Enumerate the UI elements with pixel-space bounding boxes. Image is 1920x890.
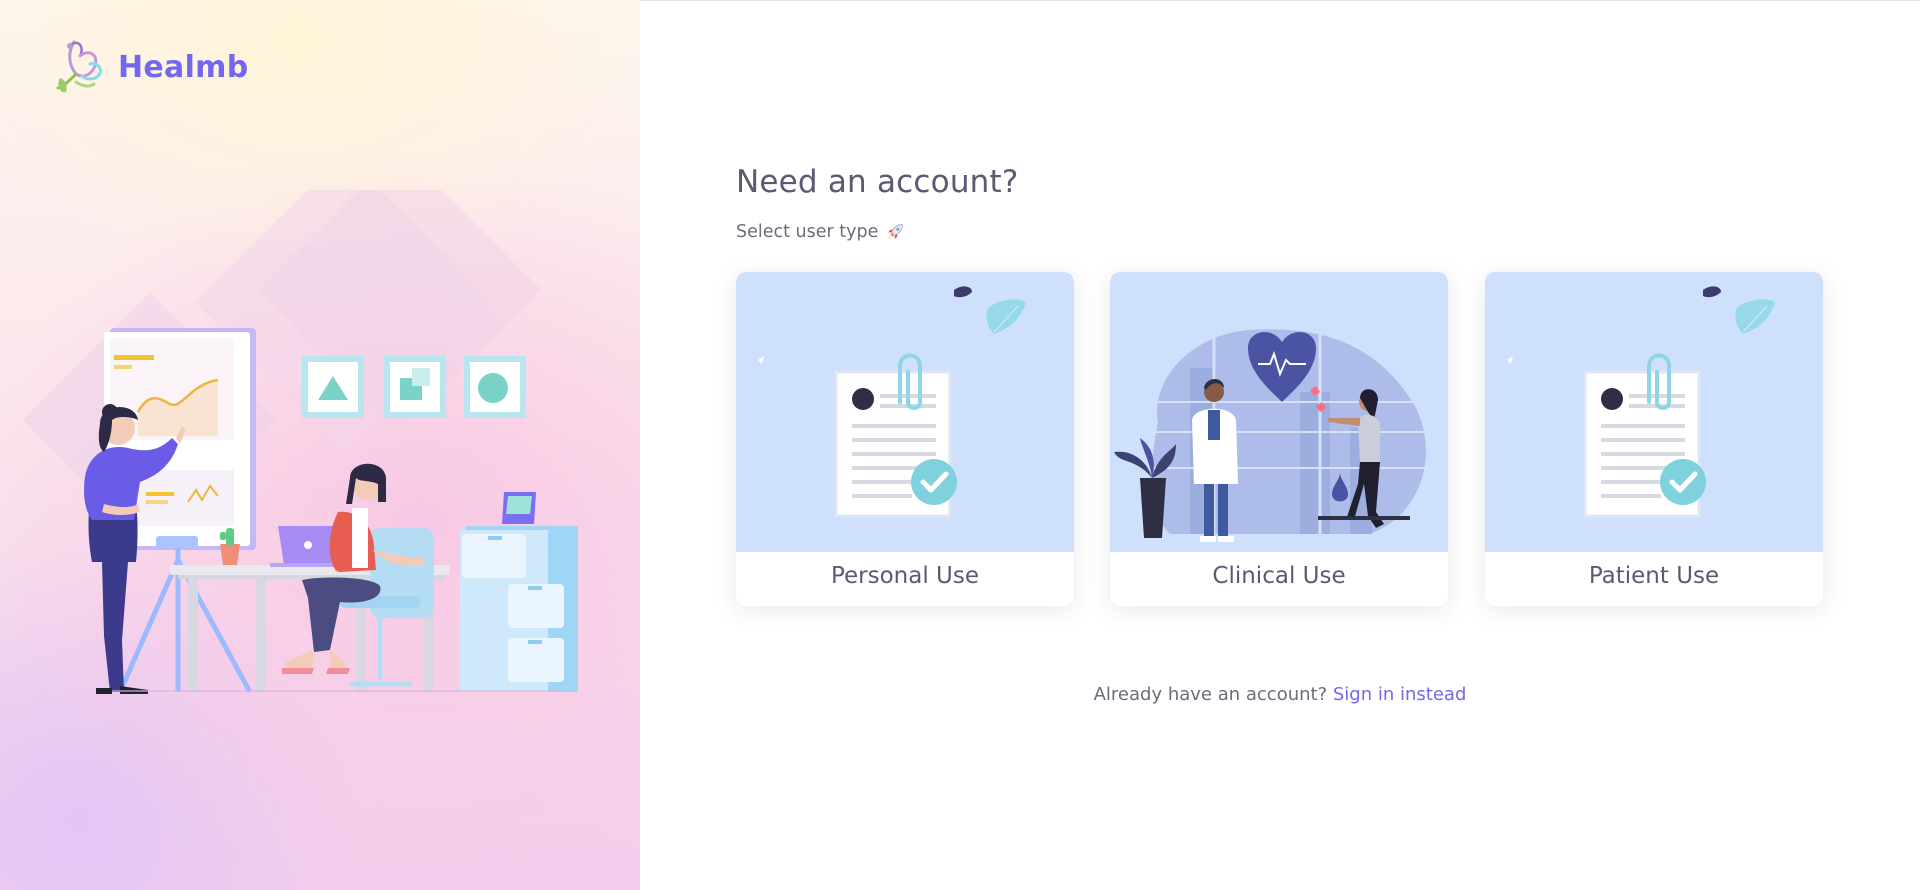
left-illustration-panel: Healmb bbox=[0, 0, 640, 890]
document-check-illustration bbox=[1485, 272, 1823, 552]
signin-prompt: Already have an account? Sign in instead bbox=[736, 684, 1824, 705]
signin-prompt-text: Already have an account? bbox=[1093, 684, 1333, 705]
sign-in-link[interactable]: Sign in instead bbox=[1333, 684, 1467, 705]
signup-panel: Need an account? Select user type Person… bbox=[736, 160, 1824, 705]
user-type-card-clinical[interactable]: Clinical Use bbox=[1110, 272, 1448, 606]
user-type-cards: Personal Use Clinical Use Patient Use bbox=[736, 272, 1824, 608]
page-title: Need an account? bbox=[736, 164, 1019, 200]
user-type-label: Clinical Use bbox=[1212, 563, 1346, 589]
user-type-label: Patient Use bbox=[1588, 563, 1720, 589]
user-type-card-personal[interactable]: Personal Use bbox=[736, 272, 1074, 606]
page-subtitle: Select user type bbox=[736, 220, 1824, 244]
brand-logo[interactable]: Healmb bbox=[50, 34, 249, 100]
document-check-illustration bbox=[736, 272, 1074, 552]
rocket-icon bbox=[888, 224, 904, 239]
brand-name: Healmb bbox=[118, 49, 249, 85]
user-type-label: Personal Use bbox=[830, 563, 980, 589]
doctor-heart-illustration bbox=[1110, 272, 1448, 552]
user-type-card-patient[interactable]: Patient Use bbox=[1485, 272, 1823, 606]
subtitle-text: Select user type bbox=[736, 222, 879, 242]
lotus-logo-icon bbox=[56, 40, 102, 93]
office-meeting-illustration bbox=[22, 190, 578, 694]
